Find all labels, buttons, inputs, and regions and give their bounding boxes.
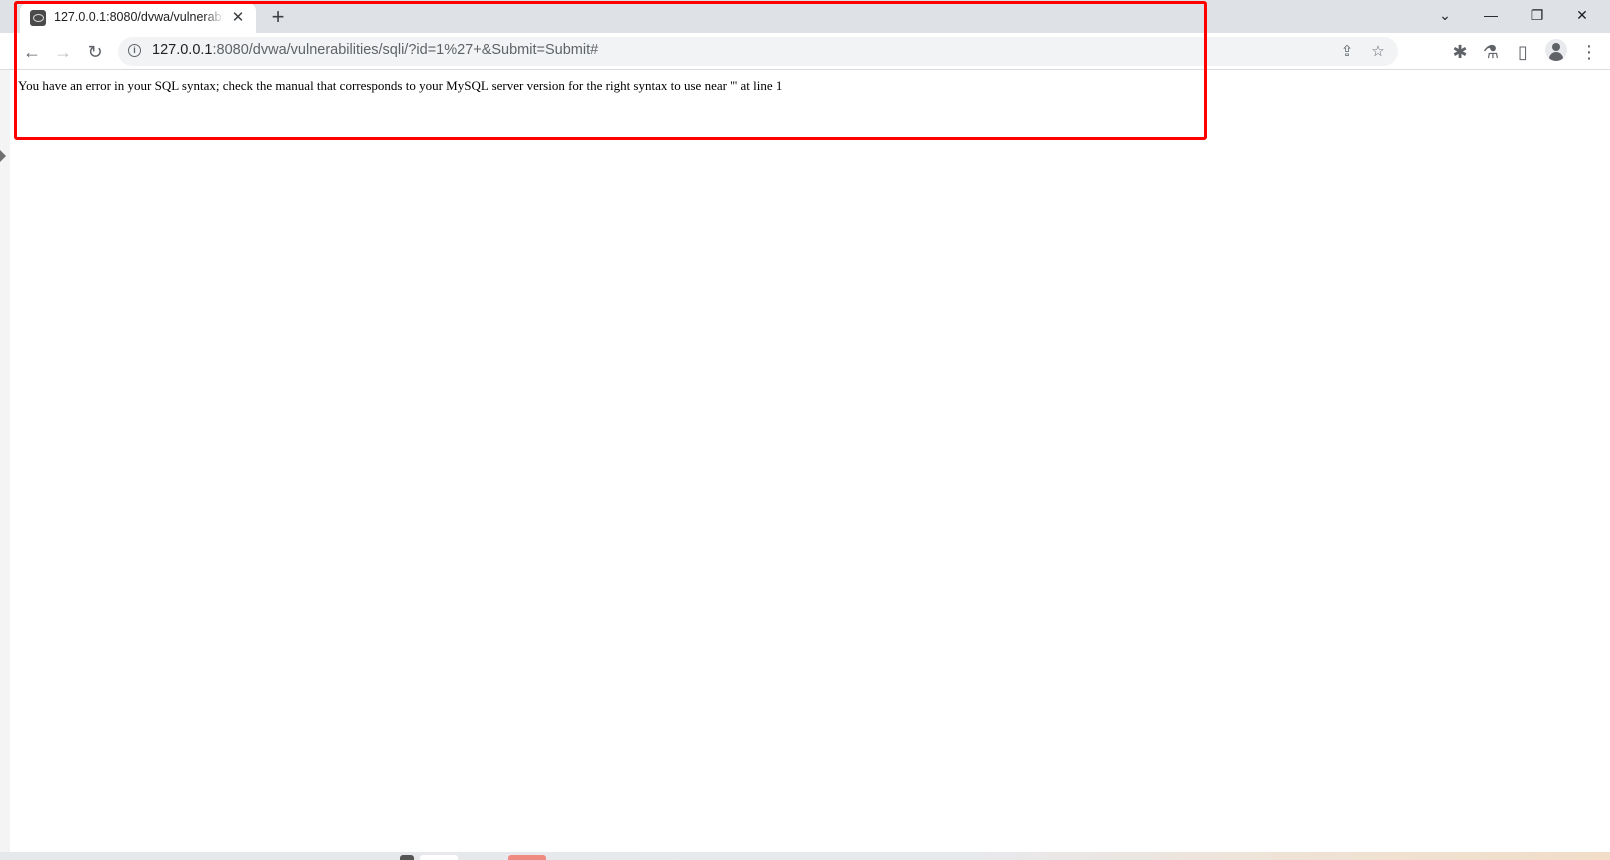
labs-flask-icon[interactable]: ⚗ bbox=[1477, 38, 1505, 66]
taskbar-icon bbox=[400, 855, 414, 860]
minimize-button[interactable]: — bbox=[1476, 3, 1506, 27]
red-highlight-box bbox=[14, 1, 1207, 140]
share-icon[interactable]: ⇪ bbox=[1336, 41, 1358, 63]
side-panel-icon[interactable]: ▯ bbox=[1509, 38, 1537, 66]
left-edge-panel bbox=[0, 0, 10, 860]
close-window-button[interactable]: ✕ bbox=[1567, 3, 1597, 27]
bookmark-star-icon[interactable]: ☆ bbox=[1367, 41, 1389, 63]
tab-search-chevron-down-icon[interactable]: ⌄ bbox=[1430, 3, 1460, 27]
taskbar-item bbox=[508, 855, 546, 860]
taskbar-item bbox=[420, 855, 458, 860]
collapse-arrow-icon[interactable] bbox=[0, 150, 6, 162]
restore-button[interactable]: ❐ bbox=[1522, 3, 1552, 27]
extensions-puzzle-icon[interactable]: ✱ bbox=[1446, 38, 1474, 66]
menu-kebab-icon[interactable]: ⋮ bbox=[1575, 38, 1603, 66]
bottom-taskbar-strip bbox=[0, 852, 1610, 860]
profile-avatar-icon[interactable] bbox=[1545, 39, 1567, 61]
